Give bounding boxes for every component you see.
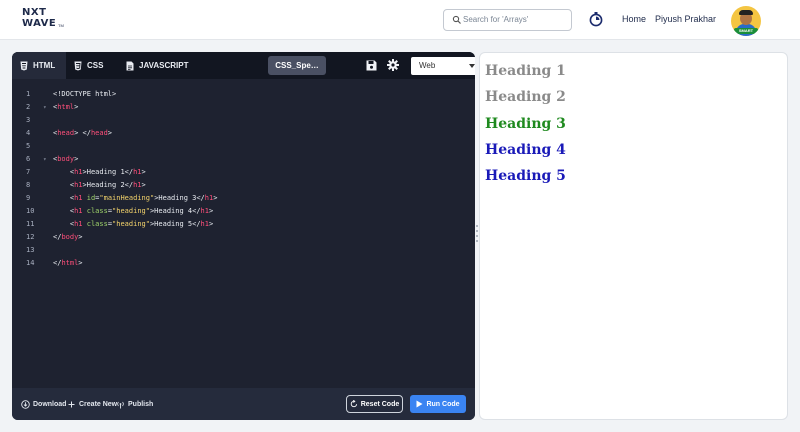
preview-heading: Heading 3 (485, 115, 566, 132)
output-target-select[interactable]: Web (411, 57, 475, 75)
streak-timer-icon[interactable] (589, 11, 603, 27)
html-file-icon (20, 61, 28, 70)
line-number: 14 (26, 259, 35, 267)
line-number: 12 (26, 233, 35, 241)
run-code-button[interactable]: Run Code (410, 395, 466, 413)
code-line[interactable]: 5 (12, 140, 475, 153)
line-number: 1 (26, 90, 31, 98)
line-number: 2 (26, 103, 31, 111)
code-text: </body> (53, 233, 83, 241)
preview-heading: Heading 1 (485, 63, 566, 79)
top-navbar: NXT WAVE TM Search for 'Arrays' Home Piy… (0, 0, 800, 40)
line-number: 6 (26, 155, 31, 163)
line-number: 8 (26, 181, 31, 189)
line-number: 11 (26, 220, 35, 228)
plus-icon (68, 401, 75, 407)
publish-label: Publish (128, 400, 154, 408)
code-line[interactable]: 2 ▾ <html> (12, 101, 475, 114)
code-text: <body> (53, 155, 79, 163)
user-name[interactable]: Piyush Prakhar (655, 14, 716, 24)
code-line[interactable]: 7 <h1>Heading 1</h1> (12, 166, 475, 179)
code-text: <h1 class="heading">Heading 5</h1> (53, 220, 214, 228)
avatar-hair (739, 10, 753, 15)
code-editor-panel: HTML CSS JAVASCRIPT CSS_Spe… Web 1 <!DOC… (12, 52, 475, 420)
download-label: Download (33, 400, 67, 408)
code-line[interactable]: 6 ▾ <body> (12, 153, 475, 166)
avatar[interactable]: SMART (731, 6, 761, 36)
logo-line2: WAVE (22, 18, 57, 29)
code-line[interactable]: 3 (12, 114, 475, 127)
code-line[interactable]: 14 </html> (12, 257, 475, 270)
line-number: 7 (26, 168, 31, 176)
search-icon (452, 15, 461, 24)
editor-tab-bar: HTML CSS JAVASCRIPT CSS_Spe… Web (12, 52, 475, 79)
download-icon (21, 399, 30, 409)
preview-heading: Heading 4 (485, 141, 566, 158)
publish-button[interactable]: Publish (116, 398, 153, 410)
code-line[interactable]: 13 (12, 244, 475, 257)
code-text: <h1>Heading 1</h1> (53, 168, 146, 176)
fold-toggle-icon[interactable]: ▾ (43, 101, 47, 114)
code-text: <h1>Heading 2</h1> (53, 181, 146, 189)
gear-icon[interactable] (387, 59, 399, 71)
code-text: <!DOCTYPE html> (53, 90, 117, 98)
line-number: 4 (26, 129, 31, 137)
logo-tm: TM (58, 23, 64, 28)
line-number: 10 (26, 207, 35, 215)
line-number: 9 (26, 194, 31, 202)
tab-html[interactable]: HTML (12, 52, 66, 79)
save-icon[interactable] (366, 60, 377, 71)
code-text: <h1 id="mainHeading">Heading 3</h1> (53, 194, 218, 202)
tab-javascript-label: JAVASCRIPT (139, 61, 189, 70)
code-text: <html> (53, 103, 79, 111)
code-area[interactable]: 1 <!DOCTYPE html> 2 ▾ <html> 3 4 <head> </head>… (12, 88, 475, 378)
nav-home-link[interactable]: Home (622, 14, 646, 24)
avatar-badge: SMART (734, 28, 758, 34)
css-file-icon (74, 61, 82, 70)
code-line[interactable]: 9 <h1 id="mainHeading">Heading 3</h1> (12, 192, 475, 205)
code-text: </html> (53, 259, 83, 267)
search-input[interactable]: Search for 'Arrays' (443, 9, 572, 31)
create-new-button[interactable]: Create New (67, 398, 117, 410)
reset-icon (350, 400, 357, 408)
file-name-chip[interactable]: CSS_Spe… (268, 56, 326, 75)
code-line[interactable]: 11 <h1 class="heading">Heading 5</h1> (12, 218, 475, 231)
code-line[interactable]: 10 <h1 class="heading">Heading 4</h1> (12, 205, 475, 218)
chevron-down-icon (469, 64, 475, 68)
code-line[interactable]: 8 <h1>Heading 2</h1> (12, 179, 475, 192)
search-placeholder: Search for 'Arrays' (463, 15, 529, 24)
download-button[interactable]: Download (21, 398, 66, 410)
code-line[interactable]: 4 <head> </head> (12, 127, 475, 140)
code-line[interactable]: 1 <!DOCTYPE html> (12, 88, 475, 101)
output-preview-panel: Heading 1 Heading 2 Heading 3 Heading 4 Head… (479, 52, 788, 420)
preview-heading: Heading 5 (485, 168, 566, 185)
tab-javascript[interactable]: JAVASCRIPT (118, 52, 202, 79)
create-new-label: Create New (79, 400, 118, 408)
tab-css[interactable]: CSS (66, 52, 118, 79)
line-number: 5 (26, 142, 31, 150)
code-line[interactable]: 12 </body> (12, 231, 475, 244)
tab-html-label: HTML (33, 61, 56, 70)
fold-toggle-icon[interactable]: ▾ (43, 153, 47, 166)
broadcast-icon (117, 401, 124, 408)
js-file-icon (126, 61, 134, 70)
logo-line1: NXT (22, 7, 47, 18)
tab-css-label: CSS (87, 61, 104, 70)
code-text: <head> </head> (53, 129, 113, 137)
editor-footer: Download Create New Publish Reset Code R… (12, 388, 475, 420)
run-code-label: Run Code (426, 400, 460, 408)
reset-code-label: Reset Code (360, 400, 400, 408)
nxtwave-logo[interactable]: NXT WAVE TM (22, 8, 64, 30)
code-text: <h1 class="heading">Heading 4</h1> (53, 207, 214, 215)
line-number: 13 (26, 246, 35, 254)
output-target-value: Web (419, 61, 436, 70)
preview-heading: Heading 2 (485, 89, 566, 106)
play-icon (416, 400, 423, 408)
reset-code-button[interactable]: Reset Code (346, 395, 403, 413)
line-number: 3 (26, 116, 31, 124)
